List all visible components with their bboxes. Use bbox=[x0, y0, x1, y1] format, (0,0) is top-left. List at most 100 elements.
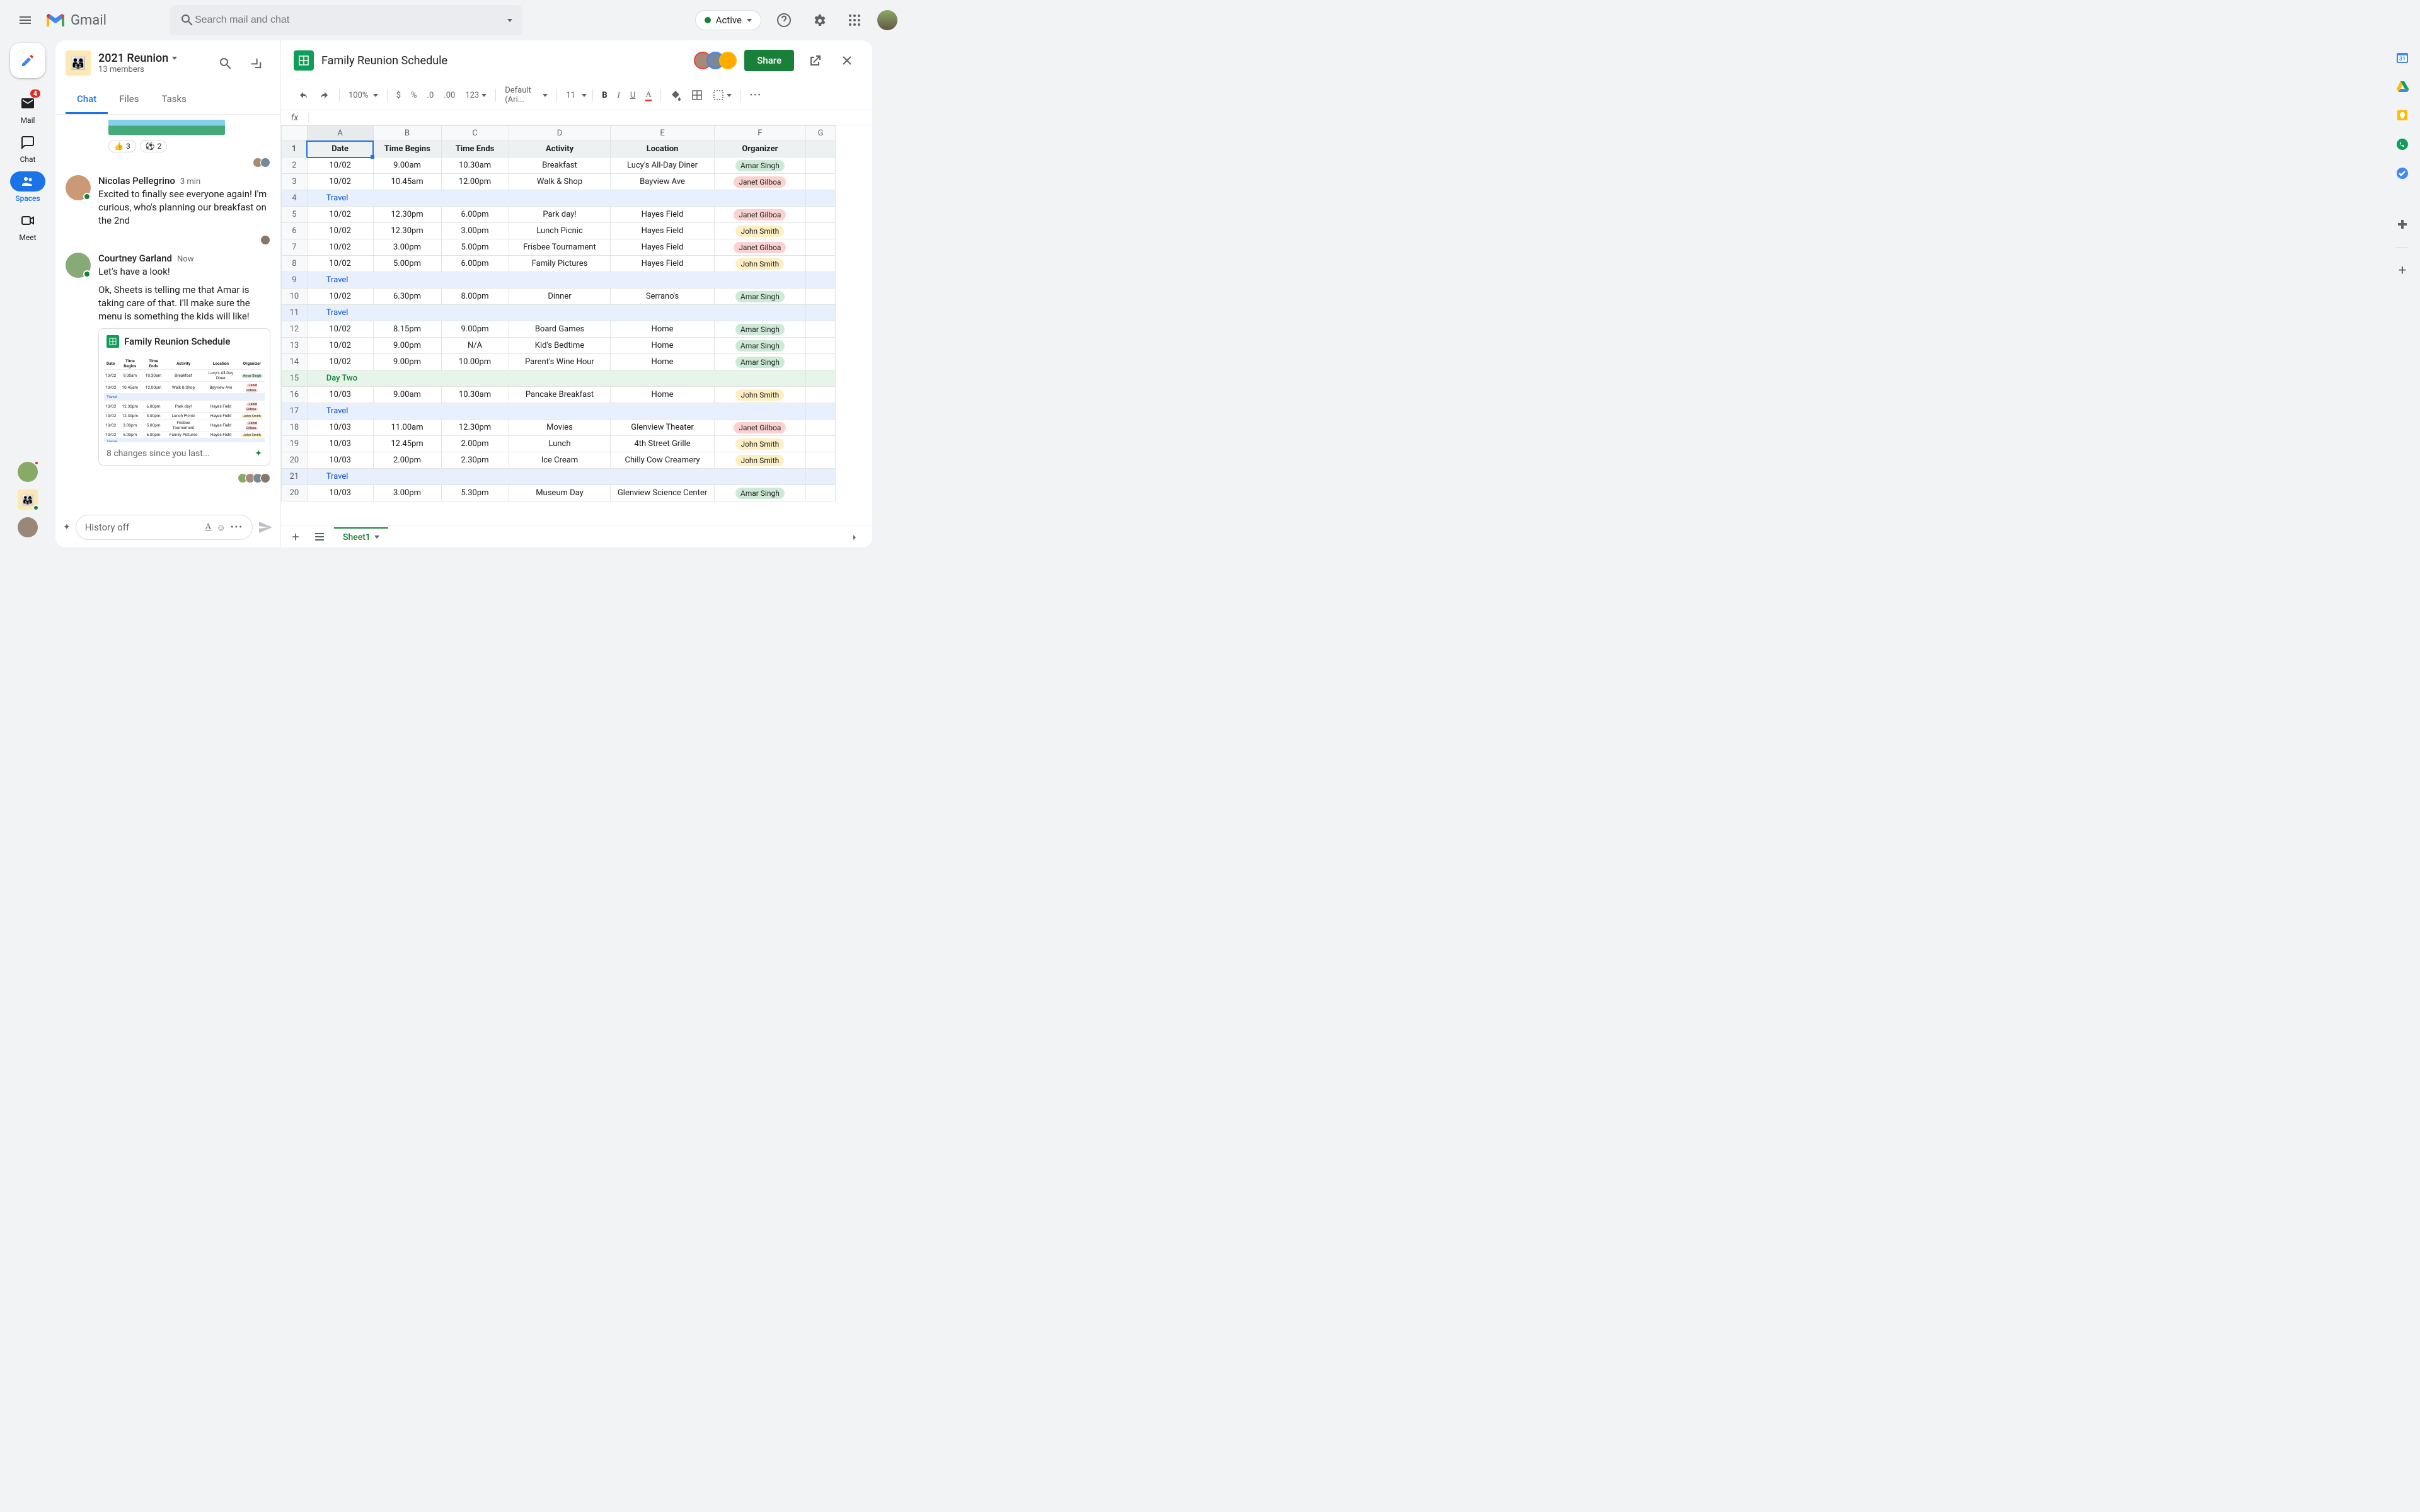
search-input[interactable] bbox=[195, 14, 507, 26]
cell[interactable]: 10/02 bbox=[307, 158, 373, 174]
cell[interactable]: Travel bbox=[307, 190, 805, 207]
account-avatar[interactable] bbox=[877, 10, 897, 30]
cell[interactable]: Amar Singh bbox=[714, 338, 805, 354]
pinned-chat-avatar-1[interactable] bbox=[18, 462, 38, 482]
cell[interactable]: Walk & Shop bbox=[509, 174, 611, 190]
cell[interactable]: 10/02 bbox=[307, 289, 373, 305]
cell[interactable]: 5.30pm bbox=[441, 485, 509, 501]
cell[interactable]: Janet Gilboa bbox=[714, 207, 805, 223]
nav-meet[interactable]: Meet bbox=[8, 208, 48, 244]
cell[interactable]: Travel bbox=[307, 469, 805, 485]
cell[interactable] bbox=[806, 354, 836, 370]
cell[interactable]: 10/03 bbox=[307, 452, 373, 469]
merge-button[interactable] bbox=[709, 87, 735, 103]
column-header[interactable]: C bbox=[441, 126, 509, 141]
cell[interactable]: 10/02 bbox=[307, 223, 373, 239]
cell[interactable]: 10/03 bbox=[307, 485, 373, 501]
cell[interactable]: 10/03 bbox=[307, 387, 373, 403]
space-name[interactable]: 2021 Reunion bbox=[98, 52, 205, 65]
cell[interactable]: 10/02 bbox=[307, 256, 373, 272]
cell[interactable]: 10/02 bbox=[307, 174, 373, 190]
open-in-new-button[interactable] bbox=[802, 48, 827, 73]
cell[interactable]: Amar Singh bbox=[714, 354, 805, 370]
cell[interactable]: Date bbox=[307, 141, 373, 158]
addons-button[interactable] bbox=[2395, 218, 2409, 232]
cell[interactable] bbox=[806, 403, 836, 420]
gmail-logo[interactable]: Gmail bbox=[45, 13, 107, 28]
more-formats-button[interactable]: 123 bbox=[461, 88, 490, 103]
spreadsheet-grid[interactable]: ABCDEFG1 Date Time Begins Time Ends Acti… bbox=[281, 125, 872, 525]
pinned-space-avatar[interactable]: 👨‍👩‍👧 bbox=[18, 490, 38, 510]
cell[interactable]: 5.00pm bbox=[373, 256, 441, 272]
undo-button[interactable] bbox=[294, 87, 313, 103]
cell[interactable]: Amar Singh bbox=[714, 321, 805, 338]
row-header[interactable]: 9 bbox=[282, 272, 308, 289]
search-in-space-button[interactable] bbox=[212, 50, 238, 76]
cell[interactable]: 10/02 bbox=[307, 338, 373, 354]
row-header[interactable]: 2 bbox=[282, 158, 308, 174]
sheets-preview-card[interactable]: Family Reunion Schedule DateTime BeginsT… bbox=[98, 328, 270, 466]
row-header[interactable]: 13 bbox=[282, 338, 308, 354]
italic-button[interactable]: I bbox=[614, 88, 624, 103]
cell[interactable]: 12.30pm bbox=[373, 207, 441, 223]
cell[interactable]: Kid's Bedtime bbox=[509, 338, 611, 354]
cell[interactable]: Home bbox=[611, 354, 714, 370]
cell[interactable]: 6.00pm bbox=[441, 207, 509, 223]
bold-button[interactable]: B bbox=[598, 88, 611, 103]
nav-spaces[interactable]: Spaces bbox=[8, 169, 48, 205]
voice-addon-icon[interactable] bbox=[2395, 137, 2409, 151]
select-all-corner[interactable] bbox=[282, 126, 308, 141]
cell[interactable]: 9.00am bbox=[373, 387, 441, 403]
sheet-tab[interactable]: Sheet1 bbox=[334, 527, 388, 546]
cell[interactable]: Organizer bbox=[714, 141, 805, 158]
cell[interactable]: Ice Cream bbox=[509, 452, 611, 469]
cell[interactable]: Day Two bbox=[307, 370, 805, 387]
cell[interactable]: Janet Gilboa bbox=[714, 420, 805, 436]
redo-button[interactable] bbox=[315, 87, 334, 103]
tab-chat[interactable]: Chat bbox=[66, 86, 108, 114]
row-header[interactable]: 1 bbox=[282, 141, 308, 158]
cell[interactable]: 9.00am bbox=[373, 158, 441, 174]
smart-compose-icon[interactable]: ✦ bbox=[63, 522, 71, 532]
cell[interactable]: Dinner bbox=[509, 289, 611, 305]
column-header[interactable]: E bbox=[611, 126, 714, 141]
cell[interactable]: Frisbee Tournament bbox=[509, 239, 611, 256]
message-input[interactable]: History off A ☺ ••• bbox=[76, 515, 253, 540]
support-button[interactable] bbox=[771, 8, 797, 33]
cell[interactable] bbox=[806, 223, 836, 239]
cell[interactable]: 2.30pm bbox=[441, 452, 509, 469]
font-select[interactable]: Default (Ari... bbox=[501, 83, 551, 107]
cell[interactable]: 6.30pm bbox=[373, 289, 441, 305]
apps-button[interactable] bbox=[842, 8, 867, 33]
row-header[interactable]: 6 bbox=[282, 223, 308, 239]
cell[interactable]: Parent's Wine Hour bbox=[509, 354, 611, 370]
cell[interactable]: Home bbox=[611, 321, 714, 338]
cell[interactable] bbox=[806, 485, 836, 501]
format-icon[interactable]: A bbox=[205, 522, 211, 532]
cell[interactable] bbox=[806, 289, 836, 305]
status-chip[interactable]: Active bbox=[695, 10, 761, 30]
cell[interactable]: Hayes Field bbox=[611, 256, 714, 272]
cell[interactable]: 10/02 bbox=[307, 239, 373, 256]
cell[interactable]: Janet Gilboa bbox=[714, 239, 805, 256]
search-bar[interactable] bbox=[170, 5, 522, 35]
tab-tasks[interactable]: Tasks bbox=[151, 86, 198, 114]
cell[interactable]: 12.30pm bbox=[373, 223, 441, 239]
row-header[interactable]: 11 bbox=[282, 305, 308, 321]
row-header[interactable]: 12 bbox=[282, 321, 308, 338]
more-options-icon[interactable]: ••• bbox=[231, 522, 243, 532]
cell[interactable]: Hayes Field bbox=[611, 239, 714, 256]
message-avatar[interactable] bbox=[66, 253, 91, 278]
pinned-chat-avatar-2[interactable] bbox=[18, 517, 38, 537]
cell[interactable] bbox=[806, 239, 836, 256]
cell[interactable]: Chilly Cow Creamery bbox=[611, 452, 714, 469]
all-sheets-button[interactable] bbox=[310, 527, 329, 546]
cell[interactable]: Glenview Science Center bbox=[611, 485, 714, 501]
compose-button[interactable] bbox=[10, 43, 45, 78]
cell[interactable]: 9.00pm bbox=[441, 321, 509, 338]
cell[interactable]: 2.00pm bbox=[441, 436, 509, 452]
cell[interactable] bbox=[806, 305, 836, 321]
cell[interactable]: Location bbox=[611, 141, 714, 158]
cell[interactable]: John Smith bbox=[714, 223, 805, 239]
cell[interactable]: John Smith bbox=[714, 452, 805, 469]
